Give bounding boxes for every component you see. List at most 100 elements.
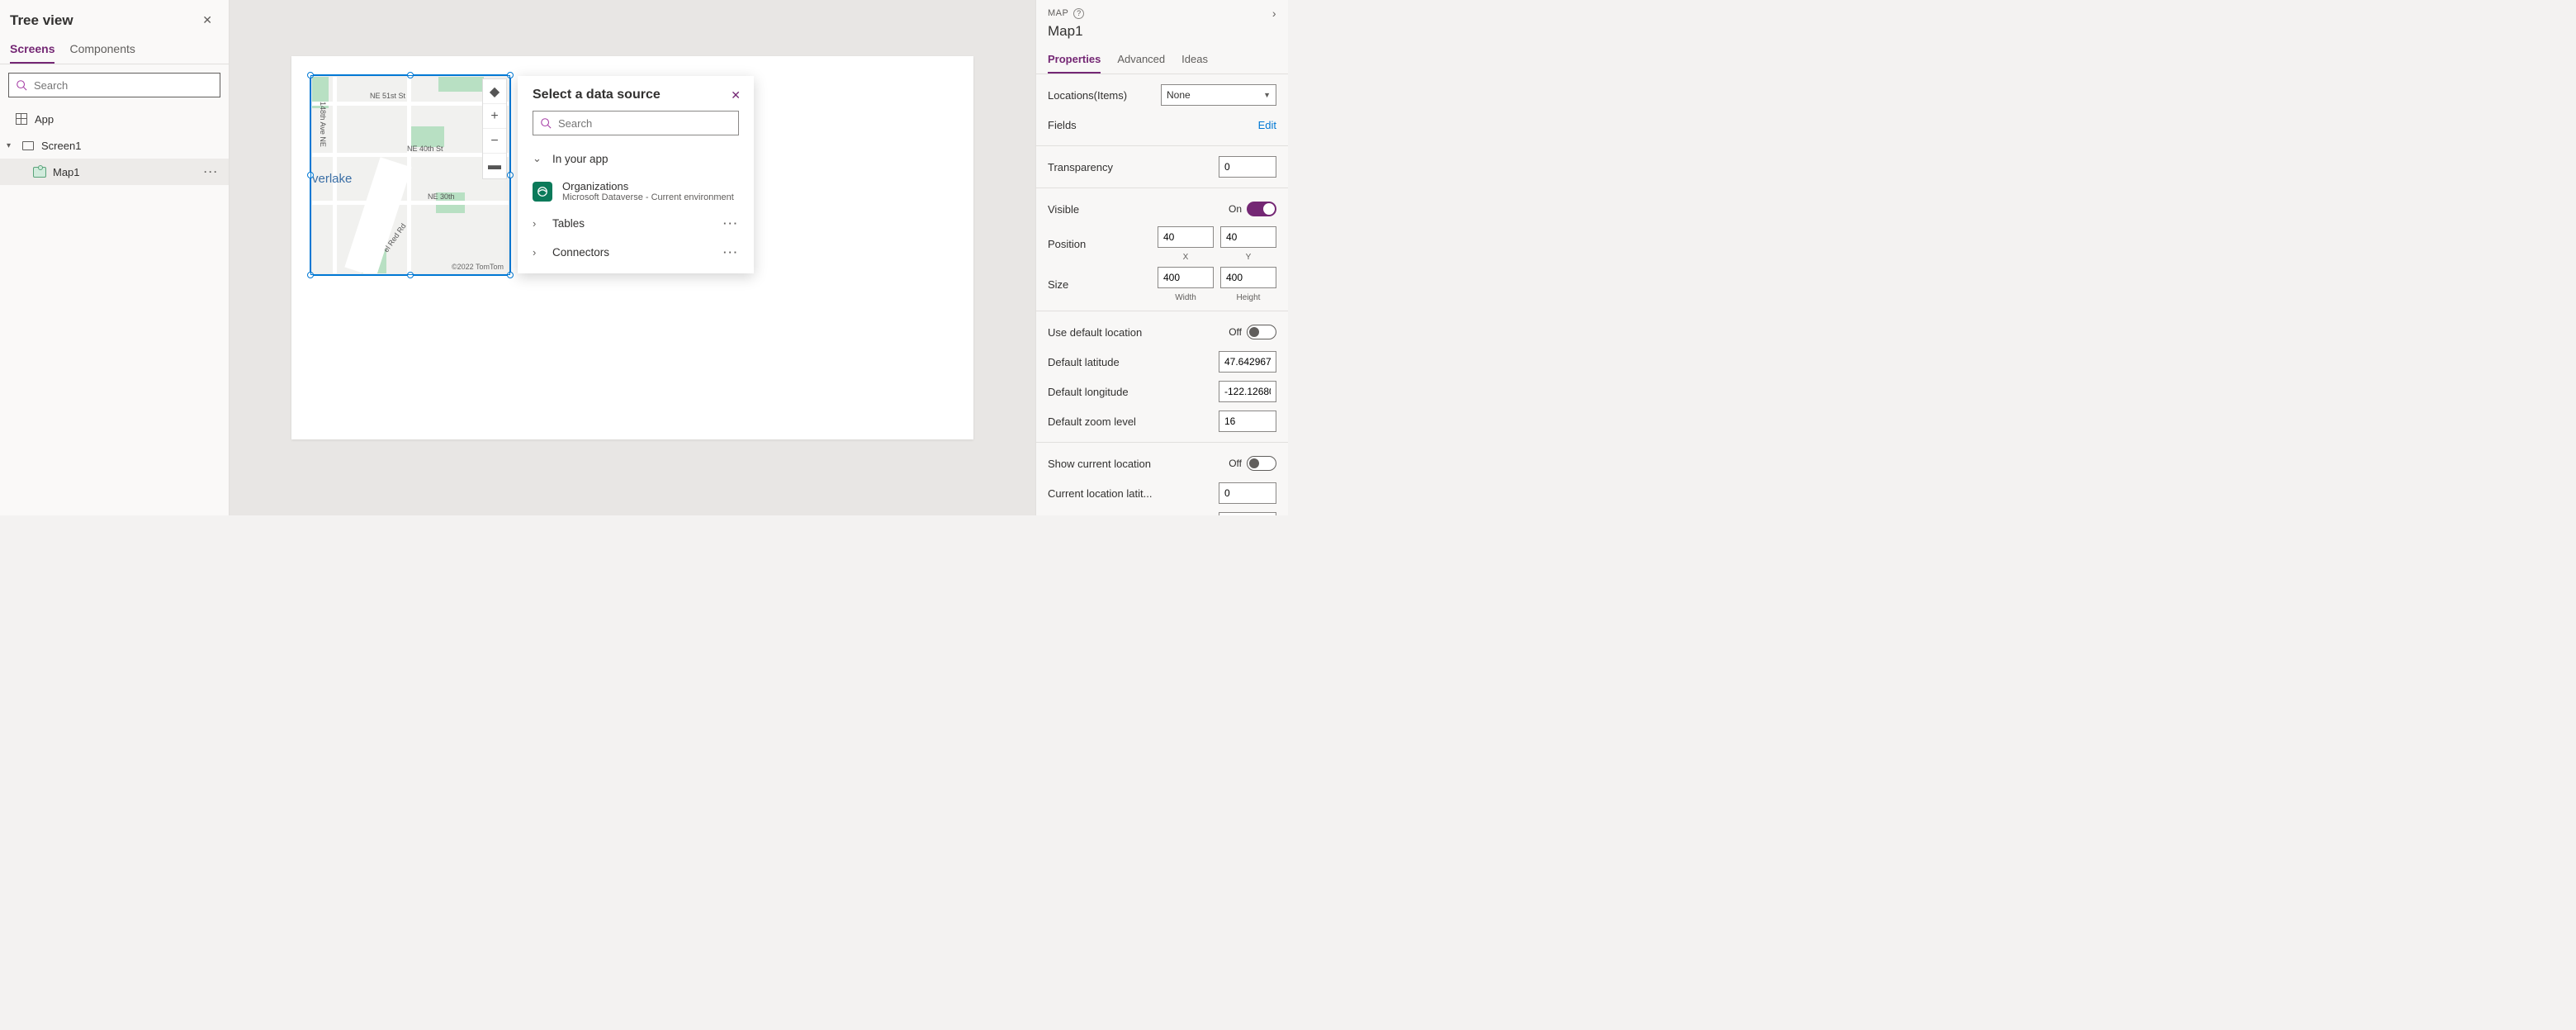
- app-icon: [16, 113, 27, 125]
- zoom-out-button[interactable]: −: [483, 129, 506, 154]
- default-zoom-input[interactable]: [1219, 411, 1276, 432]
- resize-handle[interactable]: [407, 72, 414, 78]
- datasource-organizations[interactable]: Organizations Microsoft Dataverse - Curr…: [518, 173, 754, 209]
- data-source-popover: Select a data source ✕ ⌄ In your app Org…: [518, 76, 754, 273]
- chevron-right-icon: ›: [533, 246, 542, 259]
- chevron-down-icon: ⌄: [533, 152, 542, 165]
- tree-item-map[interactable]: Map1 ···: [0, 159, 229, 185]
- tree-search-input[interactable]: [34, 79, 213, 92]
- transparency-input[interactable]: [1219, 156, 1276, 178]
- prop-label: Locations(Items): [1048, 89, 1127, 102]
- canvas-area: NE 51st St NE 40th St NE 30th 148th Ave …: [230, 0, 1035, 515]
- map-copyright: ©2022 TomTom: [452, 263, 504, 271]
- current-location-toggle[interactable]: [1247, 456, 1276, 471]
- resize-handle[interactable]: [307, 172, 314, 178]
- size-width-input[interactable]: [1158, 267, 1214, 288]
- screen-icon: [22, 141, 34, 150]
- resize-handle[interactable]: [507, 272, 514, 278]
- prop-label: Current location latit...: [1048, 487, 1152, 500]
- datasource-search-input[interactable]: [558, 117, 732, 130]
- zoom-in-button[interactable]: +: [483, 104, 506, 129]
- resize-handle[interactable]: [307, 72, 314, 78]
- more-icon[interactable]: ···: [723, 217, 739, 230]
- search-icon: [16, 79, 27, 91]
- edit-fields-button[interactable]: Edit: [1258, 119, 1276, 131]
- properties-tabs: Properties Advanced Ideas: [1036, 46, 1288, 74]
- position-y-input[interactable]: [1220, 226, 1276, 248]
- section-tables[interactable]: › Tables ···: [518, 209, 754, 238]
- section-in-your-app[interactable]: ⌄ In your app: [518, 144, 754, 173]
- prop-label: Visible: [1048, 203, 1079, 216]
- sublabel: Y: [1220, 253, 1276, 262]
- compass-icon[interactable]: ◆: [483, 79, 506, 104]
- tab-properties[interactable]: Properties: [1048, 46, 1101, 74]
- section-connectors[interactable]: › Connectors ···: [518, 238, 754, 267]
- prop-label: Fields: [1048, 119, 1077, 131]
- prop-label: Default zoom level: [1048, 415, 1136, 428]
- sublabel: Width: [1158, 293, 1214, 302]
- position-x-input[interactable]: [1158, 226, 1214, 248]
- help-icon[interactable]: ?: [1073, 8, 1084, 19]
- tree-label: App: [35, 113, 54, 126]
- expand-icon[interactable]: ›: [1272, 7, 1276, 20]
- tree-label: Map1: [53, 166, 80, 178]
- prop-label: Transparency: [1048, 161, 1113, 173]
- road-label: NE 40th St: [407, 145, 443, 153]
- map-surface[interactable]: NE 51st St NE 40th St NE 30th 148th Ave …: [312, 77, 509, 273]
- default-latitude-input[interactable]: [1219, 351, 1276, 373]
- more-icon[interactable]: ···: [723, 246, 739, 259]
- close-icon[interactable]: ✕: [731, 88, 741, 102]
- road-label: NE 30th: [428, 192, 455, 201]
- pitch-button[interactable]: ▬: [483, 154, 506, 178]
- prop-label: Default latitude: [1048, 356, 1120, 368]
- resize-handle[interactable]: [407, 272, 414, 278]
- resize-handle[interactable]: [507, 72, 514, 78]
- default-location-toggle[interactable]: [1247, 325, 1276, 339]
- popover-title: Select a data source: [533, 88, 661, 102]
- road-label: NE 51st St: [370, 92, 405, 100]
- toggle-state: On: [1229, 203, 1242, 215]
- tab-ideas[interactable]: Ideas: [1181, 46, 1208, 74]
- resize-handle[interactable]: [507, 172, 514, 178]
- toggle-state: Off: [1229, 458, 1242, 469]
- more-icon[interactable]: ···: [204, 166, 219, 178]
- properties-panel: MAP ? › Map1 Properties Advanced Ideas L…: [1035, 0, 1288, 515]
- current-longitude-input[interactable]: [1219, 512, 1276, 515]
- tree-item-screen[interactable]: ▾ Screen1: [0, 132, 229, 159]
- map-control[interactable]: NE 51st St NE 40th St NE 30th 148th Ave …: [310, 74, 511, 276]
- current-latitude-input[interactable]: [1219, 482, 1276, 504]
- resize-handle[interactable]: [307, 272, 314, 278]
- control-name[interactable]: Map1: [1048, 20, 1276, 46]
- chevron-down-icon[interactable]: ▾: [7, 141, 15, 150]
- datasource-sub: Microsoft Dataverse - Current environmen…: [562, 192, 734, 202]
- locations-select[interactable]: None ▼: [1161, 84, 1276, 106]
- tab-screens[interactable]: Screens: [10, 42, 54, 64]
- datasource-search-box[interactable]: [533, 111, 739, 135]
- tree-view-title: Tree view: [10, 12, 73, 29]
- artboard[interactable]: NE 51st St NE 40th St NE 30th 148th Ave …: [291, 56, 973, 439]
- toggle-state: Off: [1229, 326, 1242, 338]
- dataverse-icon: [533, 182, 552, 202]
- control-category: MAP: [1048, 8, 1068, 18]
- prop-label: Default longitude: [1048, 386, 1129, 398]
- visible-toggle[interactable]: [1247, 202, 1276, 216]
- chevron-right-icon: ›: [533, 217, 542, 230]
- tree-label: Screen1: [41, 140, 81, 152]
- map-icon: [33, 167, 46, 178]
- map-zoom-controls: ◆ + − ▬: [482, 78, 507, 179]
- sublabel: Height: [1220, 293, 1276, 302]
- close-icon[interactable]: ✕: [199, 10, 215, 31]
- tree-item-app[interactable]: App: [0, 106, 229, 132]
- tab-components[interactable]: Components: [69, 42, 135, 64]
- search-icon: [540, 117, 552, 129]
- tree-search-box[interactable]: [8, 73, 220, 97]
- sublabel: X: [1158, 253, 1214, 262]
- default-longitude-input[interactable]: [1219, 381, 1276, 402]
- prop-label: Use default location: [1048, 326, 1142, 339]
- prop-label: Show current location: [1048, 458, 1151, 470]
- chevron-down-icon: ▼: [1263, 91, 1271, 99]
- tab-advanced[interactable]: Advanced: [1117, 46, 1165, 74]
- tree-view-panel: Tree view ✕ Screens Components App ▾ Scr…: [0, 0, 230, 515]
- size-height-input[interactable]: [1220, 267, 1276, 288]
- road-label: 148th Ave NE: [319, 102, 327, 147]
